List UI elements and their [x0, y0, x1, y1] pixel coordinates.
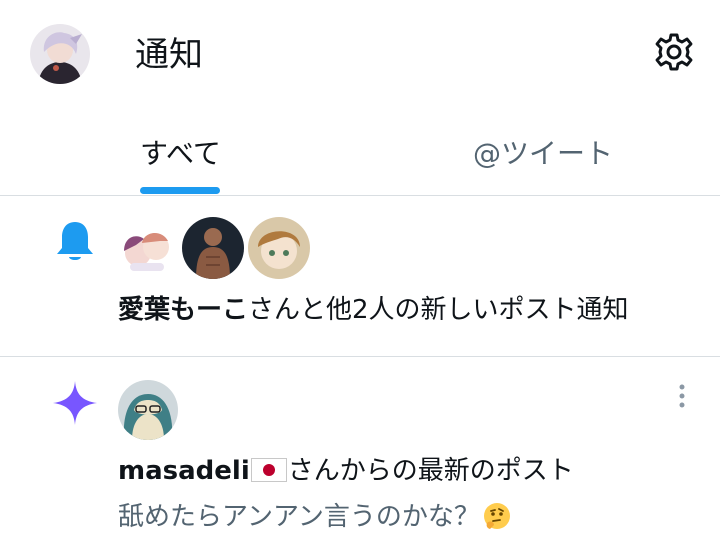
user-avatar-1[interactable]	[116, 217, 178, 279]
thinking-face-icon	[482, 501, 512, 531]
japan-flag-icon	[250, 458, 287, 482]
notification-item[interactable]	[0, 196, 720, 356]
page-title: 通知	[135, 35, 203, 75]
notification-text: 愛葉もーこさんと他2人の新しいポスト通知	[118, 290, 629, 330]
sparkle-icon	[52, 380, 98, 426]
tab-mentions-label: @ツイート	[473, 137, 614, 170]
profile-avatar[interactable]	[30, 24, 90, 84]
post-text: 舐めたらアンアン言うのかな？	[118, 502, 480, 532]
active-tab-indicator	[140, 187, 220, 194]
gear-icon[interactable]	[654, 32, 694, 72]
notification-user-name[interactable]: masadeli	[118, 456, 250, 486]
user-avatar-snorlax[interactable]	[118, 380, 178, 440]
user-avatar-2[interactable]	[182, 217, 244, 279]
notification-text: masadeli さんからの最新のポスト	[118, 452, 574, 490]
tab-all-label: すべて	[140, 137, 221, 170]
notification-message: さんと他2人の新しいポスト通知	[248, 295, 629, 325]
more-vertical-icon[interactable]	[670, 383, 694, 409]
user-avatar-3[interactable]	[248, 217, 310, 279]
notification-message: さんからの最新のポスト	[287, 456, 574, 486]
post-preview[interactable]: 舐めたらアンアン言うのかな？	[118, 498, 512, 536]
notification-user-name[interactable]: 愛葉もーこ	[118, 295, 248, 325]
bell-icon	[52, 218, 98, 264]
